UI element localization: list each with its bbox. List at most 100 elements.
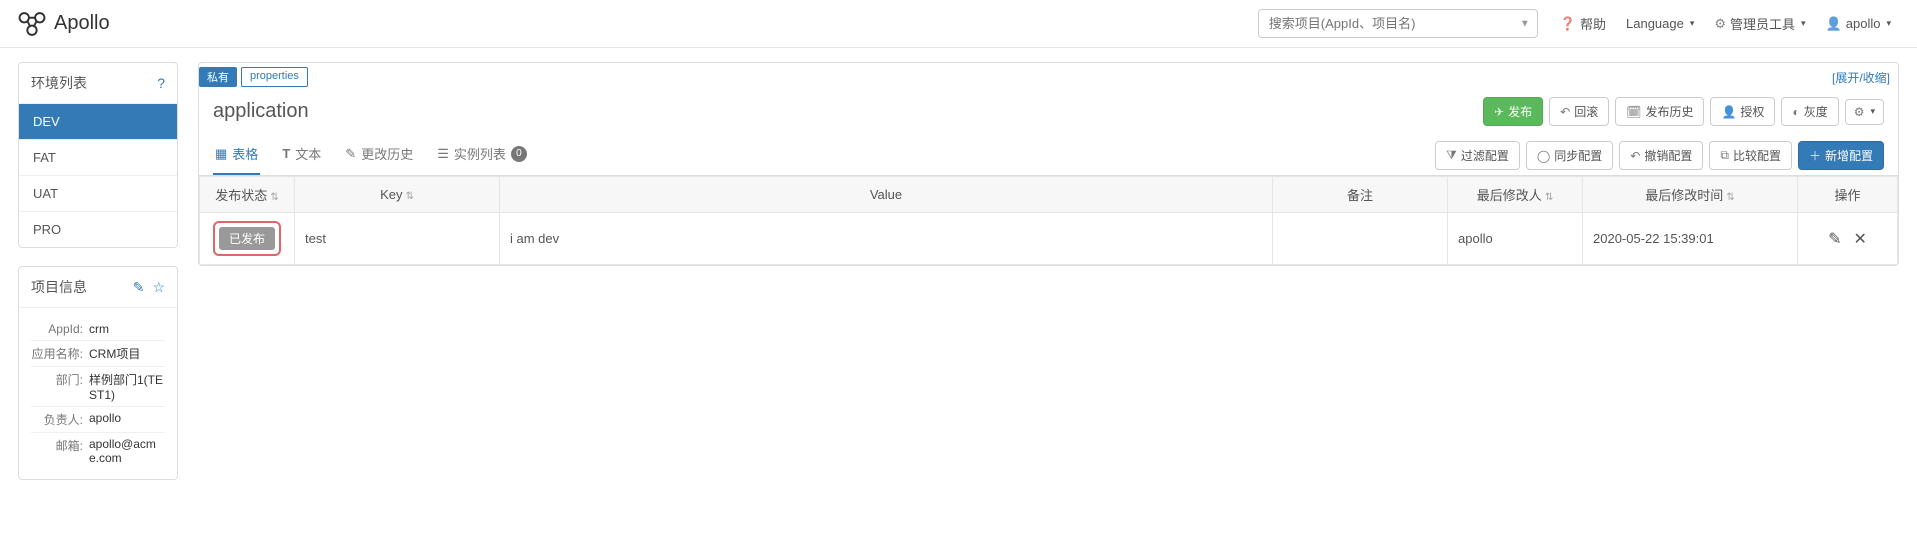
pencil-icon: ✎ [345, 146, 356, 162]
navbar: Apollo ▼ ❓ 帮助 Language ▾ ⚙ 管理员工具 ▾ 👤 apo… [0, 0, 1917, 48]
env-item-fat[interactable]: FAT [19, 139, 177, 175]
filter-config-button[interactable]: ⧩ 过滤配置 [1435, 141, 1520, 170]
info-label: 负责人: [31, 411, 83, 428]
expand-collapse-link[interactable]: [展开/收缩] [1832, 69, 1890, 86]
config-table: 发布状态⇅ Key⇅ Value 备注 最后修改人⇅ [199, 176, 1898, 265]
tab-grid[interactable]: ▦ 表格 [213, 136, 260, 175]
project-info-heading: 项目信息 ✎ ☆ [19, 267, 177, 308]
tab-text[interactable]: T 文本 [280, 136, 323, 175]
project-info-panel: 项目信息 ✎ ☆ AppId: crm 应用名称: CRM项目 部门: 样例部门… [18, 266, 178, 480]
env-panel-title: 环境列表 [31, 73, 87, 93]
sort-icon: ⇅ [270, 192, 278, 203]
user-menu[interactable]: 👤 apollo ▾ [1816, 10, 1901, 38]
compare-config-button[interactable]: ⧉ 比较配置 [1709, 141, 1792, 170]
chevron-down-icon: ▾ [1690, 18, 1695, 29]
publish-button[interactable]: ✈ 发布 [1483, 97, 1543, 126]
cell-remark [1273, 213, 1448, 265]
compare-label: 比较配置 [1733, 147, 1781, 164]
cell-modifier: apollo [1448, 213, 1583, 265]
sort-icon: ⇅ [1726, 192, 1734, 203]
info-value: CRM项目 [89, 345, 140, 362]
gray-label: 灰度 [1804, 103, 1828, 120]
plus-icon: ＋ [1809, 147, 1821, 164]
admin-label: 管理员工具 [1730, 14, 1795, 33]
env-item-dev[interactable]: DEV [19, 104, 177, 139]
help-label: 帮助 [1580, 14, 1606, 33]
namespace-panel: 私有 properties [展开/收缩] application ✈ 发布 ↶… [198, 62, 1899, 266]
admin-tools-menu[interactable]: ⚙ 管理员工具 ▾ [1704, 8, 1815, 39]
cell-time: 2020-05-22 15:39:01 [1583, 213, 1798, 265]
col-key[interactable]: Key⇅ [295, 177, 500, 213]
apollo-logo-icon [16, 10, 48, 38]
history-button[interactable]: 🗓 发布历史 [1615, 97, 1704, 126]
col-value: Value [500, 177, 1273, 213]
info-row-dept: 部门: 样例部门1(TEST1) [31, 366, 165, 406]
info-row-appname: 应用名称: CRM项目 [31, 340, 165, 366]
history-label: 发布历史 [1645, 103, 1693, 120]
filter-icon: ⧩ [1446, 148, 1457, 163]
sync-icon: ◯ [1537, 149, 1550, 163]
tab-changes[interactable]: ✎ 更改历史 [343, 136, 415, 175]
auth-button[interactable]: 👤 授权 [1710, 97, 1775, 126]
gray-button[interactable]: ◐ 灰度 [1781, 97, 1838, 126]
rollback-label: 回滚 [1574, 103, 1598, 120]
question-circle-icon[interactable]: ? [157, 75, 165, 91]
tab-instances-label: 实例列表 [454, 144, 506, 163]
edit-icon[interactable]: ✎ [1828, 229, 1841, 249]
info-value: 样例部门1(TEST1) [89, 371, 165, 402]
instances-count-badge: 0 [511, 146, 527, 162]
tab-changes-label: 更改历史 [361, 144, 413, 163]
env-list: DEV FAT UAT PRO [19, 104, 177, 247]
adjust-icon: ◐ [1792, 105, 1799, 119]
status-highlight: 已发布 [213, 221, 281, 256]
question-circle-icon: ❓ [1560, 16, 1576, 32]
gear-icon: ⚙ [1854, 105, 1865, 119]
env-panel: 环境列表 ? DEV FAT UAT PRO [18, 62, 178, 248]
search-box[interactable]: ▼ [1258, 9, 1538, 38]
add-config-button[interactable]: ＋ 新增配置 [1798, 141, 1884, 170]
close-icon[interactable]: ✕ [1854, 229, 1867, 249]
col-time[interactable]: 最后修改时间⇅ [1583, 177, 1798, 213]
brand[interactable]: Apollo [16, 10, 110, 38]
settings-menu-button[interactable]: ⚙ ▾ [1845, 99, 1884, 125]
rollback-button[interactable]: ↶ 回滚 [1549, 97, 1609, 126]
env-item-pro[interactable]: PRO [19, 211, 177, 247]
star-icon[interactable]: ☆ [152, 279, 165, 296]
sort-icon: ⇅ [1545, 192, 1553, 203]
help-link[interactable]: ❓ 帮助 [1550, 8, 1616, 39]
info-row-email: 邮箱: apollo@acme.com [31, 432, 165, 469]
env-panel-heading: 环境列表 ? [19, 63, 177, 104]
info-label: AppId: [31, 322, 83, 336]
table-row: 已发布 test i am dev apollo 2020-05-22 15:3… [200, 213, 1898, 265]
send-icon: ✈ [1494, 105, 1504, 119]
info-value: apollo@acme.com [89, 437, 165, 465]
user-icon: 👤 [1826, 16, 1842, 32]
search-input[interactable] [1258, 9, 1538, 38]
server-icon: ☰ [437, 146, 449, 162]
sync-label: 同步配置 [1554, 147, 1602, 164]
info-label: 部门: [31, 371, 83, 402]
cell-value: i am dev [500, 213, 1273, 265]
chevron-down-icon: ▾ [1801, 18, 1806, 29]
col-status[interactable]: 发布状态⇅ [200, 177, 295, 213]
chevron-down-icon: ▾ [1870, 106, 1875, 117]
tab-instances[interactable]: ☰ 实例列表 0 [435, 136, 529, 175]
col-modifier[interactable]: 最后修改人⇅ [1448, 177, 1583, 213]
publish-label: 发布 [1508, 103, 1532, 120]
undo-icon: ↶ [1560, 105, 1570, 119]
undo-icon: ↶ [1630, 149, 1640, 163]
project-info-title: 项目信息 [31, 277, 87, 297]
info-value: apollo [89, 411, 121, 428]
cell-key: test [295, 213, 500, 265]
revoke-config-button[interactable]: ↶ 撤销配置 [1619, 141, 1703, 170]
language-label: Language [1626, 16, 1684, 31]
status-badge: 已发布 [219, 227, 275, 250]
sort-icon: ⇅ [406, 191, 414, 202]
namespace-title: application [213, 100, 309, 123]
edit-icon[interactable]: ✎ [133, 279, 145, 296]
language-menu[interactable]: Language ▾ [1616, 10, 1704, 37]
gear-icon: ⚙ [1714, 16, 1726, 32]
info-row-appid: AppId: crm [31, 318, 165, 340]
sync-config-button[interactable]: ◯ 同步配置 [1526, 141, 1613, 170]
env-item-uat[interactable]: UAT [19, 175, 177, 211]
